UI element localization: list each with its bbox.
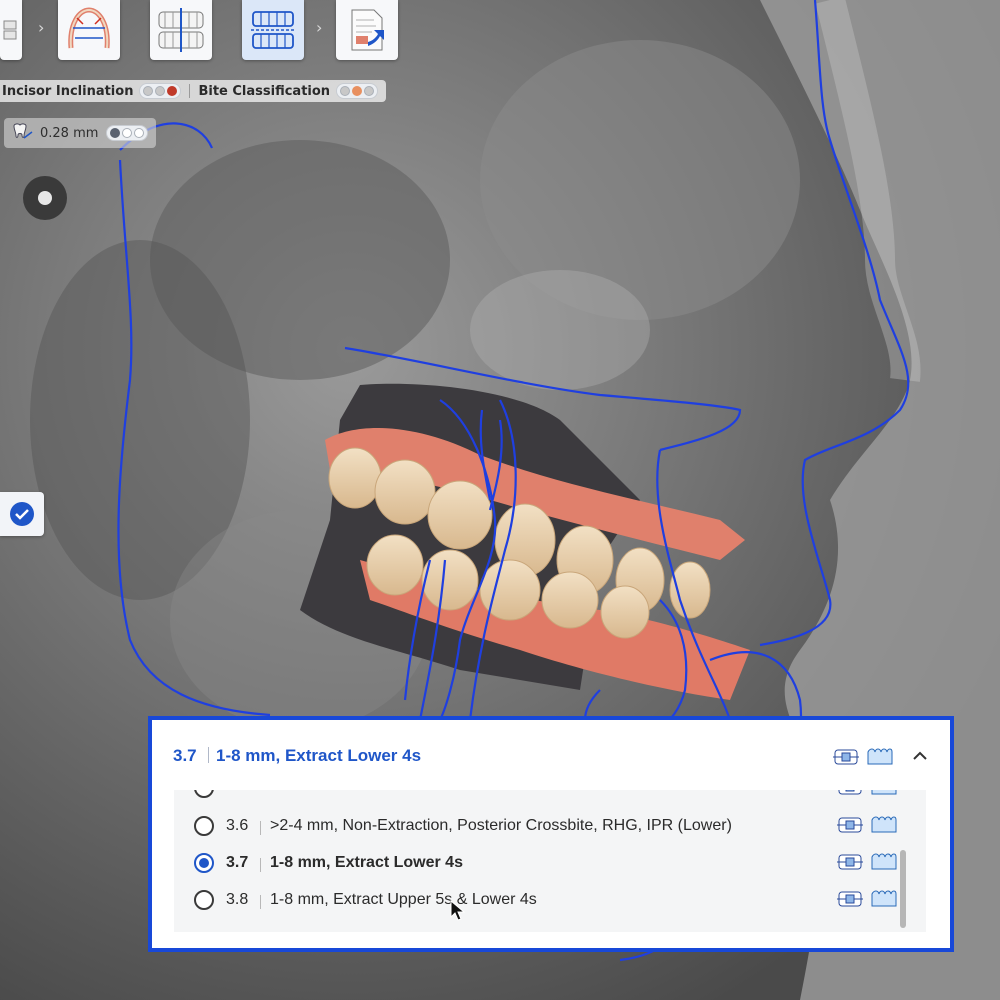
bracket-icon — [837, 817, 863, 833]
radio-button[interactable] — [194, 890, 214, 910]
option-icons — [836, 790, 898, 798]
option-description: >2-4 mm, Non-Extraction, Posterior Cross… — [270, 817, 732, 834]
selected-option-description: 1-8 mm, Extract Lower 4s — [216, 746, 422, 765]
chevron-up-icon — [913, 751, 927, 760]
radio-button[interactable] — [194, 790, 214, 798]
treatment-options-panel: 3.7 1-8 mm, Extract Lower 4s 3.6 >2-4 mm… — [148, 716, 954, 952]
option-description: 1-8 mm, Extract Upper 5s & Lower 4s — [270, 891, 537, 908]
selected-option-icons — [832, 746, 894, 768]
option-icons — [836, 851, 898, 873]
measurement-indicator[interactable] — [106, 125, 149, 141]
incisor-inclination-label: Incisor Inclination — [2, 83, 134, 99]
arch-measure-icon — [68, 7, 110, 49]
selected-option-code: 3.7 — [173, 746, 197, 765]
option-icons — [836, 888, 898, 910]
radio-button-selected[interactable] — [194, 853, 214, 873]
indicator-dot — [364, 86, 375, 96]
approve-checkbox[interactable] — [0, 492, 44, 536]
indicator-dot — [167, 86, 178, 96]
list-item-partial[interactable] — [174, 790, 926, 808]
bracket-icon — [837, 891, 863, 907]
divider — [208, 747, 209, 763]
metrics-bar: Incisor Inclination Bite Classification — [0, 80, 387, 102]
indicator-dot — [110, 128, 121, 138]
arch-measure-tool-button[interactable] — [58, 0, 120, 60]
bite-classification-label: Bite Classification — [198, 83, 331, 99]
incisor-inclination-indicator[interactable] — [139, 83, 182, 99]
indicator-dot — [352, 86, 363, 96]
aligner-icon — [871, 816, 897, 833]
option-icons — [836, 814, 898, 836]
mouse-cursor-icon — [450, 900, 466, 921]
export-report-tool-button[interactable] — [336, 0, 398, 60]
treatment-option-3-7[interactable]: 3.7 1-8 mm, Extract Lower 4s — [174, 847, 926, 883]
indicator-dot — [122, 128, 133, 138]
aligner-icon — [871, 790, 897, 795]
divider — [189, 84, 191, 98]
divider — [260, 858, 261, 872]
bite-alignment-icon — [251, 11, 295, 49]
scrollbar[interactable] — [900, 850, 906, 928]
option-code: 3.8 — [226, 891, 249, 908]
bracket-icon — [837, 854, 863, 870]
dentition-midline-tool-button[interactable] — [150, 0, 212, 60]
dentition-icon — [3, 20, 17, 40]
indicator-dot — [143, 86, 154, 96]
indicator-dot — [134, 128, 145, 138]
measurement-value: 0.28 mm — [40, 125, 99, 141]
aligner-icon — [871, 853, 897, 870]
panel-header[interactable]: 3.7 1-8 mm, Extract Lower 4s — [152, 720, 950, 790]
option-code: 3.7 — [226, 854, 249, 871]
bite-classification-indicator[interactable] — [336, 83, 379, 99]
indicator-dot — [155, 86, 166, 96]
collapse-button[interactable] — [908, 744, 932, 768]
aligner-icon — [867, 748, 893, 765]
dentition-midline-icon — [158, 8, 204, 52]
bracket-icon — [833, 749, 859, 765]
chevron-right-icon: › — [316, 18, 323, 37]
option-code: 3.6 — [226, 817, 249, 834]
divider — [260, 821, 261, 835]
bite-alignment-tool-button[interactable] — [242, 0, 304, 60]
measurement-readout[interactable]: 0.28 mm — [4, 118, 157, 148]
option-description: 1-8 mm, Extract Lower 4s — [270, 854, 463, 871]
bracket-icon — [838, 790, 862, 795]
divider — [260, 895, 261, 909]
aligner-icon — [871, 890, 897, 907]
export-report-icon — [351, 9, 384, 51]
indicator-dot — [340, 86, 351, 96]
radio-button[interactable] — [194, 816, 214, 836]
treatment-option-3-6[interactable]: 3.6 >2-4 mm, Non-Extraction, Posterior C… — [174, 810, 926, 846]
chevron-right-icon: › — [38, 18, 45, 37]
checkmark-circle-icon — [10, 502, 34, 526]
mini-tool-button[interactable] — [0, 0, 22, 60]
treatment-options-list[interactable]: 3.6 >2-4 mm, Non-Extraction, Posterior C… — [174, 790, 926, 932]
treatment-option-3-8[interactable]: 3.8 1-8 mm, Extract Upper 5s & Lower 4s — [174, 884, 926, 920]
tooth-gauge-icon — [13, 123, 33, 139]
